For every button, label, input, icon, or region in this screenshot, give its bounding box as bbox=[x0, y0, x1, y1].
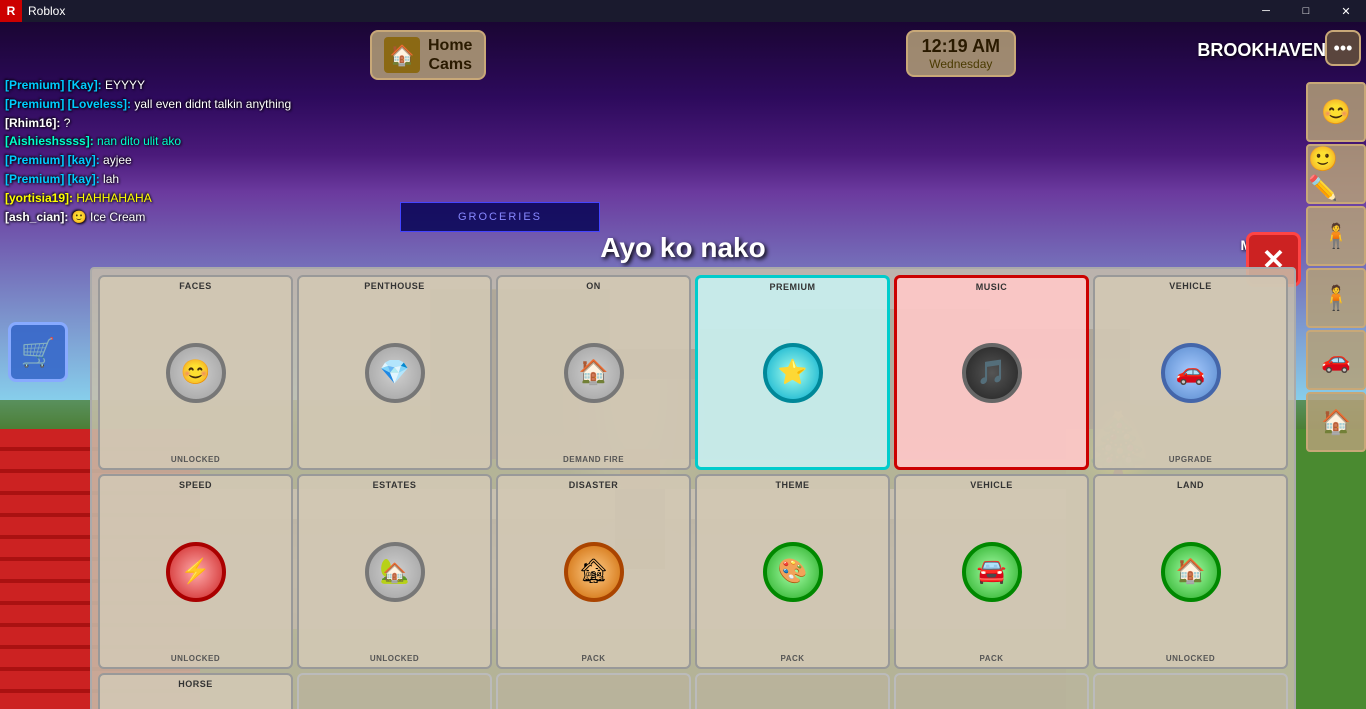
sidebar-face-pencil-button[interactable]: 🙂✏️ bbox=[1306, 144, 1366, 204]
speed-icon: ⚡ bbox=[166, 542, 226, 602]
grid-cell-music[interactable]: MUSIC 🎵 bbox=[894, 275, 1089, 470]
premium-icon: ⭐ bbox=[763, 343, 823, 403]
chat-message-8: [ash_cian]: 🙂 Ice Cream bbox=[5, 209, 365, 226]
grid-cell-empty-1 bbox=[297, 673, 492, 709]
home-cams-label: HomeCams bbox=[428, 36, 472, 74]
grid-cell-vehicle-upgrade[interactable]: VEHICLE 🚗 UPGRADE bbox=[1093, 275, 1288, 470]
sidebar-person-1-button[interactable]: 🧍 bbox=[1306, 206, 1366, 266]
chat-message-3: [Rhim16]: ? bbox=[5, 115, 365, 132]
chat-message-6: [Premium] [kay]: lah bbox=[5, 171, 365, 188]
land-label-top: LAND bbox=[1177, 480, 1204, 490]
vehicle-upgrade-icon: 🚗 bbox=[1161, 343, 1221, 403]
sidebar-person-2-button[interactable]: 🧍 bbox=[1306, 268, 1366, 328]
vehicle-pack-label-top: VEHICLE bbox=[970, 480, 1013, 490]
on-demand-label-top: ON bbox=[586, 281, 601, 291]
close-window-button[interactable]: ✕ bbox=[1326, 0, 1366, 22]
disaster-icon: 🏚 bbox=[564, 542, 624, 602]
grid-cell-empty-3 bbox=[695, 673, 890, 709]
sidebar-house-button[interactable]: 🏠 bbox=[1306, 392, 1366, 452]
grid-cell-on-demand-fire[interactable]: ON 🏠 DEMAND FIRE bbox=[496, 275, 691, 470]
penthouse-icon: 💎 bbox=[365, 343, 425, 403]
faces-label-top: FACES bbox=[179, 281, 212, 291]
home-cams-button[interactable]: 🏠 HomeCams bbox=[370, 30, 486, 80]
grid-cell-theme-pack[interactable]: THEME 🎨 PACK bbox=[695, 474, 890, 669]
disaster-label-bottom: PACK bbox=[581, 654, 605, 663]
speed-label-bottom: UNLOCKED bbox=[171, 654, 220, 663]
penthouse-label: PENTHOUSE bbox=[364, 281, 425, 291]
premium-label: PREMIUM bbox=[770, 282, 816, 292]
sidebar-car-button[interactable]: 🚗 bbox=[1306, 330, 1366, 390]
estates-label-bottom: UNLOCKED bbox=[370, 654, 419, 663]
speed-label-top: SPEED bbox=[179, 480, 212, 490]
estates-label-top: ESTATES bbox=[373, 480, 417, 490]
grid-cell-estates[interactable]: ESTATES 🏡 UNLOCKED bbox=[297, 474, 492, 669]
grid-cell-faces[interactable]: FACES 😊 UNLOCKED bbox=[98, 275, 293, 470]
horse-label-top: HORSE bbox=[178, 679, 213, 689]
theme-icon: 🎨 bbox=[763, 542, 823, 602]
menu-button[interactable]: ••• bbox=[1325, 30, 1361, 66]
grid-cell-horse-unlocked[interactable]: HORSE 🐎 UNLOCKED bbox=[98, 673, 293, 709]
clock-display: 12:19 AM Wednesday bbox=[906, 30, 1016, 77]
home-cams-icon: 🏠 bbox=[384, 37, 420, 73]
clock-day: Wednesday bbox=[922, 57, 1000, 71]
right-sidebar: 😊 🙂✏️ 🧍 🧍 🚗 🏠 bbox=[1301, 82, 1366, 452]
grid-cell-empty-5 bbox=[1093, 673, 1288, 709]
titlebar: R Roblox ─ □ ✕ bbox=[0, 0, 1366, 22]
neon-sign: GROCERIES bbox=[400, 202, 600, 232]
on-demand-label-bottom: DEMAND FIRE bbox=[563, 455, 624, 464]
titlebar-controls: ─ □ ✕ bbox=[1246, 0, 1366, 22]
grid-cell-disaster-pack[interactable]: DISASTER 🏚 PACK bbox=[496, 474, 691, 669]
vehicle-upgrade-label-top: VEHICLE bbox=[1169, 281, 1212, 291]
grid-cell-speed-unlocked[interactable]: SPEED ⚡ UNLOCKED bbox=[98, 474, 293, 669]
music-label: MUSIC bbox=[976, 282, 1008, 292]
titlebar-title: Roblox bbox=[28, 4, 1246, 18]
vehicle-pack-label-bottom: PACK bbox=[979, 654, 1003, 663]
chat-message-5: [Premium] [kay]: ayjee bbox=[5, 152, 365, 169]
theme-label-bottom: PACK bbox=[780, 654, 804, 663]
vehicle-pack-icon: 🚘 bbox=[962, 542, 1022, 602]
grid-cell-empty-2 bbox=[496, 673, 691, 709]
chat-area: [Premium] [Kay]: EYYYY [Premium] [Lovele… bbox=[5, 77, 365, 227]
grid-cell-penthouse[interactable]: PENTHOUSE 💎 bbox=[297, 275, 492, 470]
grid-cell-premium[interactable]: PREMIUM ⭐ bbox=[695, 275, 890, 470]
game-viewport: 🎄 GROCERIES 🏠 HomeCams 12:19 AM Wednesda… bbox=[0, 22, 1366, 709]
grid-cell-vehicle-pack[interactable]: VEHICLE 🚘 PACK bbox=[894, 474, 1089, 669]
minimize-button[interactable]: ─ bbox=[1246, 0, 1286, 22]
faces-icon: 😊 bbox=[166, 343, 226, 403]
server-name: BROOKHAVEN bbox=[1197, 40, 1326, 61]
chat-message-2: [Premium] [Loveless]: yall even didnt ta… bbox=[5, 96, 365, 113]
theme-label-top: THEME bbox=[776, 480, 810, 490]
chat-message-7: [yortisia19]: HAHHAHAHA bbox=[5, 190, 365, 207]
faces-label-bottom: UNLOCKED bbox=[171, 455, 220, 464]
grid-cell-land-unlocked[interactable]: LAND 🏠 UNLOCKED bbox=[1093, 474, 1288, 669]
land-label-bottom: UNLOCKED bbox=[1166, 654, 1215, 663]
music-icon: 🎵 bbox=[962, 343, 1022, 403]
item-grid: FACES 😊 UNLOCKED PENTHOUSE 💎 ON 🏠 DEMAND… bbox=[90, 267, 1296, 709]
on-demand-icon: 🏠 bbox=[564, 343, 624, 403]
estates-icon: 🏡 bbox=[365, 542, 425, 602]
chat-message-4: [Aishieshssss]: nan dito ulit ako bbox=[5, 133, 365, 150]
clock-time: 12:19 AM bbox=[922, 36, 1000, 57]
sidebar-face-happy-button[interactable]: 😊 bbox=[1306, 82, 1366, 142]
grid-cell-empty-4 bbox=[894, 673, 1089, 709]
roblox-icon: R bbox=[0, 0, 22, 22]
maximize-button[interactable]: □ bbox=[1286, 0, 1326, 22]
chat-message-1: [Premium] [Kay]: EYYYY bbox=[5, 77, 365, 94]
land-icon: 🏠 bbox=[1161, 542, 1221, 602]
disaster-label-top: DISASTER bbox=[569, 480, 619, 490]
vehicle-upgrade-label-bottom: UPGRADE bbox=[1169, 455, 1213, 464]
cart-button[interactable]: 🛒 bbox=[8, 322, 68, 382]
